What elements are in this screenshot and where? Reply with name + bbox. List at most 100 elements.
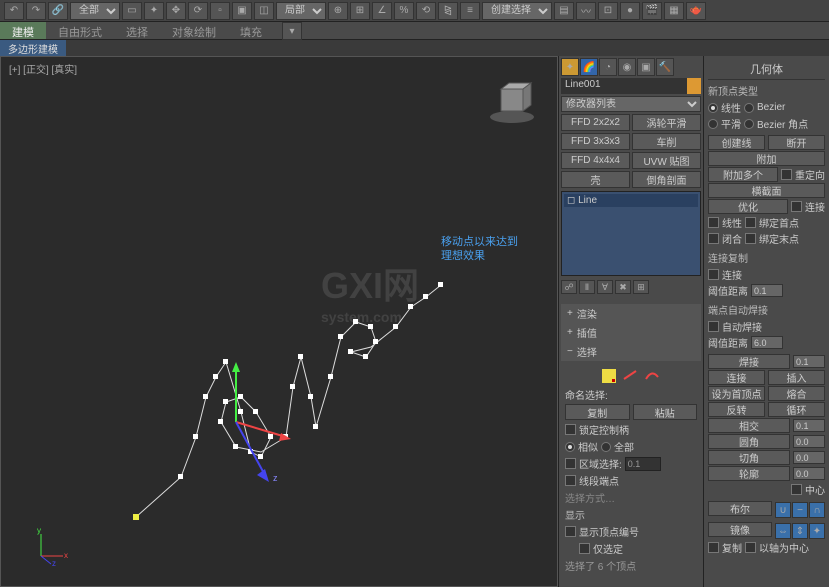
outline-button[interactable]: 轮廓 [708, 466, 790, 481]
hierarchy-tab-icon[interactable]: ◔ [599, 58, 617, 76]
mirror-both-icon[interactable]: ✦ [809, 523, 825, 539]
closed-checkbox[interactable] [708, 233, 719, 244]
align-icon[interactable]: ≡ [460, 2, 480, 20]
connect-checkbox[interactable] [791, 201, 802, 212]
select-icon[interactable]: ▭ [122, 2, 142, 20]
rotate-icon[interactable]: ⟳ [188, 2, 208, 20]
ffd333-button[interactable]: FFD 3x3x3 [561, 133, 630, 150]
tab-objectpaint[interactable]: 对象绘制 [160, 22, 228, 39]
render-setup-icon[interactable]: 🎬 [642, 2, 662, 20]
show-end-icon[interactable]: Ⅱ [579, 280, 595, 294]
object-color-swatch[interactable] [687, 78, 701, 94]
chamfer-button[interactable]: 切角 [708, 450, 790, 465]
weld-spinner[interactable] [793, 355, 825, 368]
lathe-button[interactable]: 车削 [632, 133, 701, 150]
fuse-button[interactable]: 熔合 [768, 386, 825, 401]
center-checkbox[interactable] [791, 484, 802, 495]
turbosmooth-button[interactable]: 涡轮平滑 [632, 114, 701, 131]
area-select-spinner[interactable] [625, 457, 661, 471]
mirror-v-icon[interactable]: ⇕ [792, 523, 808, 539]
named-select-dropdown[interactable]: 创建选择集 [482, 2, 552, 20]
redo-icon[interactable]: ↷ [26, 2, 46, 20]
stack-item-line[interactable]: ◻ Line [564, 194, 698, 207]
linear2-checkbox[interactable] [708, 217, 719, 228]
bevelprofile-button[interactable]: 倒角剖面 [632, 171, 701, 188]
weld-button[interactable]: 焊接 [708, 354, 790, 369]
reorient-checkbox[interactable] [781, 169, 792, 180]
tab-selection[interactable]: 选择 [114, 22, 160, 39]
curve-editor-icon[interactable]: 〰 [576, 2, 596, 20]
viewport-label[interactable]: [+] [正交] [真实] [9, 61, 77, 76]
boolean-button[interactable]: 布尔 [708, 501, 772, 516]
segment-end-checkbox[interactable] [565, 475, 576, 486]
similar-radio[interactable] [565, 442, 575, 452]
threshold2-spinner[interactable] [751, 336, 783, 349]
schematic-icon[interactable]: ⊡ [598, 2, 618, 20]
tab-freeform[interactable]: 自由形式 [46, 22, 114, 39]
move-icon[interactable]: ✥ [166, 2, 186, 20]
select-region-icon[interactable]: ▣ [232, 2, 252, 20]
bool-intersect-icon[interactable]: ∩ [809, 502, 825, 518]
tab-modeling[interactable]: 建模 [0, 22, 46, 39]
snap-icon[interactable]: ⊞ [350, 2, 370, 20]
mirror-h-icon[interactable]: ⇔ [775, 523, 791, 539]
bezier-corner-radio[interactable] [744, 119, 754, 129]
percent-snap-icon[interactable]: % [394, 2, 414, 20]
ribbon-expand-icon[interactable]: ▾ [282, 22, 302, 40]
cross-section-button[interactable]: 横截面 [708, 183, 825, 198]
window-icon[interactable]: ◫ [254, 2, 274, 20]
modifier-list-dropdown[interactable]: 修改器列表 [561, 96, 701, 112]
pin-stack-icon[interactable]: ☍ [561, 280, 577, 294]
bind-first-checkbox[interactable] [745, 217, 756, 228]
rollout-render[interactable]: 渲染 [561, 304, 701, 323]
remove-mod-icon[interactable]: ✖ [615, 280, 631, 294]
auto-weld-checkbox[interactable] [708, 321, 719, 332]
show-vertex-num-checkbox[interactable] [565, 526, 576, 537]
link-icon[interactable]: 🔗 [48, 2, 68, 20]
subobj-spline-icon[interactable] [644, 369, 660, 381]
viewcube[interactable] [487, 77, 537, 127]
reverse-button[interactable]: 反转 [708, 402, 765, 417]
copy-button[interactable]: 复制 [565, 404, 630, 420]
bool-union-icon[interactable]: ∪ [775, 502, 791, 518]
make-unique-icon[interactable]: ∀ [597, 280, 613, 294]
linear-radio[interactable] [708, 103, 718, 113]
uvwmap-button[interactable]: UVW 贴图 [632, 152, 701, 169]
object-name-field[interactable]: Line001 [561, 78, 687, 94]
optimize-button[interactable]: 优化 [708, 199, 788, 214]
attach-button[interactable]: 附加 [708, 151, 825, 166]
configure-icon[interactable]: ⊞ [633, 280, 649, 294]
material-icon[interactable]: ● [620, 2, 640, 20]
spinner-snap-icon[interactable]: ⟲ [416, 2, 436, 20]
threshold-spinner[interactable] [751, 284, 783, 297]
create-tab-icon[interactable]: ✦ [561, 58, 579, 76]
mirror-button[interactable]: 镜像 [708, 522, 772, 537]
insert-button[interactable]: 插入 [768, 370, 825, 385]
filter-dropdown[interactable]: 全部 [70, 2, 120, 20]
rollout-interpolation[interactable]: 插值 [561, 323, 701, 342]
axis-center-checkbox[interactable] [745, 542, 756, 553]
create-line-button[interactable]: 创建线 [708, 135, 765, 150]
break-button[interactable]: 断开 [768, 135, 825, 150]
smooth-radio[interactable] [708, 119, 718, 129]
viewport[interactable]: [+] [正交] [真实] 移动点以来达到 理想效果 GXI网 system.c… [0, 56, 558, 587]
attach-mult-button[interactable]: 附加多个 [708, 167, 778, 182]
ffd222-button[interactable]: FFD 2x2x2 [561, 114, 630, 131]
render-icon[interactable]: 🫖 [686, 2, 706, 20]
all-radio[interactable] [601, 442, 611, 452]
ffd444-button[interactable]: FFD 4x4x4 [561, 152, 630, 169]
subobj-vertex-icon[interactable] [602, 369, 616, 383]
cycle-button[interactable]: 循环 [768, 402, 825, 417]
fillet-spinner[interactable] [793, 435, 825, 448]
outline-spinner[interactable] [793, 467, 825, 480]
subobj-segment-icon[interactable] [622, 369, 638, 381]
bool-subtract-icon[interactable]: − [792, 502, 808, 518]
angle-snap-icon[interactable]: ∠ [372, 2, 392, 20]
cursor-icon[interactable]: ✦ [144, 2, 164, 20]
intersect-button[interactable]: 相交 [708, 418, 790, 433]
scale-icon[interactable]: ▫ [210, 2, 230, 20]
render-frame-icon[interactable]: ▦ [664, 2, 684, 20]
area-select-checkbox[interactable] [565, 458, 576, 469]
bind-last-checkbox[interactable] [745, 233, 756, 244]
undo-icon[interactable]: ↶ [4, 2, 24, 20]
